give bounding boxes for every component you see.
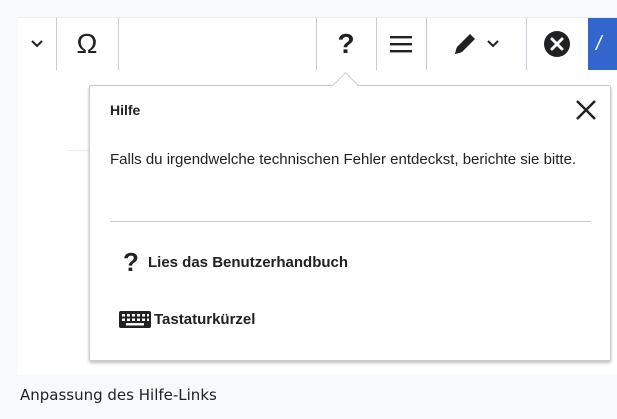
page-options-menu-button[interactable]: [376, 18, 427, 70]
special-character-button[interactable]: Ω: [56, 18, 119, 70]
format-dropdown-button[interactable]: [18, 18, 57, 70]
keyboard-shortcuts-link[interactable]: Tastaturkürzel: [118, 304, 255, 334]
popup-message: Falls du irgendwelche technischen Fehler…: [110, 151, 577, 168]
hamburger-menu-icon: [390, 36, 412, 53]
chevron-down-icon: [31, 40, 43, 48]
edit-mode-switch-button[interactable]: [426, 18, 527, 70]
keyboard-icon: [119, 311, 151, 328]
save-button-label-fragment: /: [596, 32, 602, 55]
user-guide-link[interactable]: ? Lies das Benutzerhandbuch: [120, 247, 348, 277]
pencil-icon: [455, 34, 475, 54]
question-mark-icon: ?: [123, 246, 139, 277]
omega-icon: Ω: [76, 28, 98, 59]
editor-toolbar: Ω ? /: [18, 17, 617, 71]
chevron-down-icon: [487, 40, 499, 48]
toolbar-spacer: [118, 18, 317, 70]
save-changes-button[interactable]: /: [588, 18, 617, 70]
help-popup: Hilfe Falls du irgendwelche technischen …: [89, 85, 611, 361]
popup-title: Hilfe: [110, 102, 141, 118]
popup-divider: [110, 221, 591, 222]
popup-close-button[interactable]: [572, 96, 600, 124]
keyboard-shortcuts-label: Tastaturkürzel: [154, 310, 256, 328]
user-guide-label: Lies das Benutzerhandbuch: [148, 253, 349, 271]
image-caption: Anpassung des Hilfe-Links: [20, 386, 217, 404]
close-circle-icon: [544, 31, 570, 57]
close-icon: [576, 100, 596, 120]
help-button[interactable]: ?: [316, 18, 377, 70]
cancel-editing-button[interactable]: [526, 18, 589, 70]
help-question-icon: ?: [337, 28, 355, 59]
